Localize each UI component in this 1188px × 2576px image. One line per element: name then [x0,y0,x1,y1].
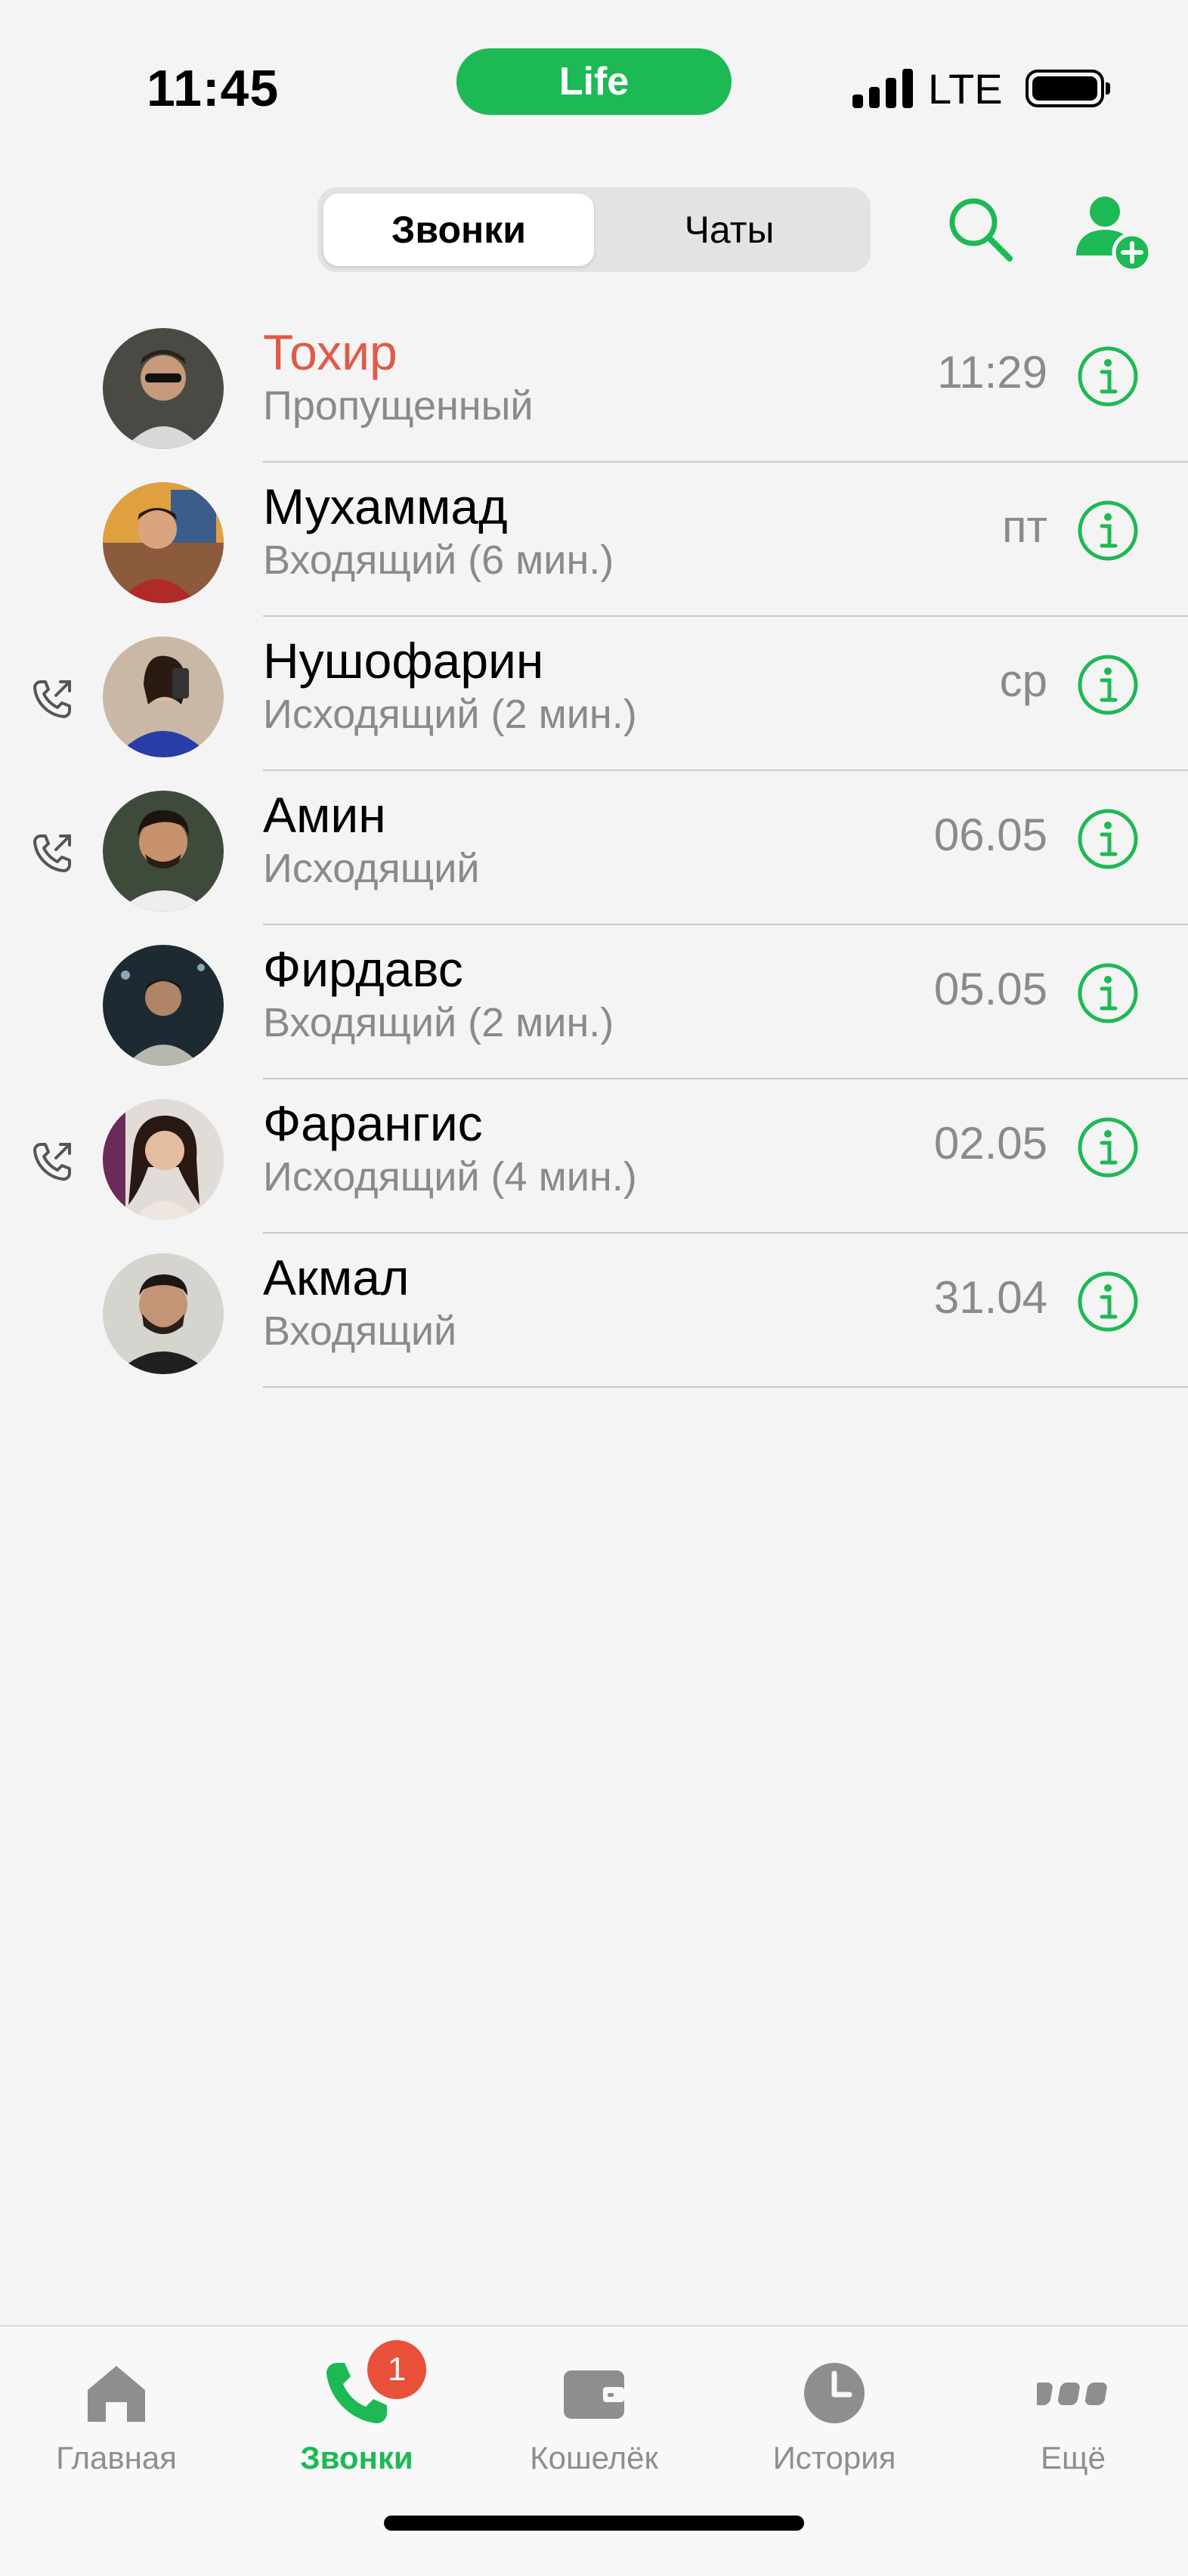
tab-home[interactable]: Главная [18,2357,215,2476]
network-label: LTE [928,64,1003,113]
tab-label: Кошелёк [530,2440,658,2475]
call-row[interactable]: Тохир Пропущенный 11:29 [0,308,1188,463]
status-time: 11:45 [147,60,280,117]
tab-calls-nav[interactable]: 1 Звонки [258,2340,455,2476]
tab-wallet[interactable]: Кошелёк [496,2357,692,2476]
call-time: 05.05 [933,964,1047,1014]
home-icon [88,2366,145,2422]
call-time: ср [999,655,1047,706]
avatar [103,1253,224,1374]
call-time: 11:29 [937,347,1047,398]
tab-label: История [772,2440,896,2475]
tab-chats[interactable]: Чаты [594,194,865,266]
info-icon[interactable] [1076,961,1140,1025]
avatar [103,945,224,1066]
missed-calls-badge: 1 [367,2340,426,2399]
contact-name: Мухаммад [263,478,508,534]
call-status: Входящий (6 мин.) [263,537,614,583]
more-icon [1037,2382,1107,2405]
call-status: Исходящий (4 мин.) [263,1154,637,1200]
phone-screen: 11:45 Life LTE Звонки Чаты Тохир Пропуще… [0,0,1188,2576]
info-icon[interactable] [1076,1116,1140,1179]
info-icon[interactable] [1076,653,1140,717]
call-row[interactable]: Амин Исходящий 06.05 [0,771,1188,925]
call-row[interactable]: Фирдавс Входящий (2 мин.) 05.05 [0,925,1188,1079]
calls-chats-segmented-control: Звонки Чаты [317,187,871,272]
outgoing-call-icon [33,834,71,872]
call-status: Исходящий [263,846,480,891]
add-contact-icon[interactable] [1073,194,1152,272]
call-time: 06.05 [933,810,1047,860]
bottom-tab-bar: Главная 1 Звонки Кошелёк История Ещё [0,2325,1188,2576]
call-time: пт [1002,501,1047,552]
call-status: Входящий [263,1308,457,1354]
tab-label: Ещё [1041,2440,1106,2475]
call-time: 02.05 [933,1118,1047,1169]
call-row[interactable]: Нушофарин Исходящий (2 мин.) ср [0,617,1188,771]
call-status: Исходящий (2 мин.) [263,692,637,737]
clock-icon [804,2363,865,2423]
wallet-icon [564,2370,624,2419]
outgoing-call-icon [33,680,71,718]
info-icon[interactable] [1076,1270,1140,1333]
contact-name: Нушофарин [263,633,544,689]
avatar [103,482,224,603]
search-icon[interactable] [945,194,1016,265]
call-row[interactable]: Акмал Входящий 31.04 [0,1234,1188,1388]
contact-name: Фирдавс [263,941,463,997]
tab-more[interactable]: Ещё [975,2357,1171,2476]
call-status: Пропущенный [263,383,534,429]
signal-icon [852,69,913,108]
contact-name: Амин [263,787,386,843]
tab-label: Звонки [300,2440,413,2475]
info-icon[interactable] [1076,807,1140,871]
outgoing-call-icon [33,1143,71,1181]
contact-name: Фарангис [263,1095,483,1151]
info-icon[interactable] [1076,345,1140,408]
call-status: Входящий (2 мин.) [263,1000,614,1045]
status-indicators: LTE [852,64,1110,113]
avatar [103,1099,224,1220]
home-indicator[interactable] [384,2516,804,2531]
contact-name: Акмал [263,1249,410,1305]
contact-name: Тохир [263,324,398,380]
avatar [103,636,224,757]
call-row[interactable]: Мухаммад Входящий (6 мин.) пт [0,463,1188,617]
avatar [103,791,224,912]
carrier-pill[interactable]: Life [456,48,732,115]
row-divider [263,1386,1188,1388]
call-time: 31.04 [933,1272,1047,1323]
info-icon[interactable] [1076,499,1140,562]
battery-icon [1025,70,1110,107]
recent-calls-list: Тохир Пропущенный 11:29 Мухаммад Входящи… [0,308,1188,1388]
avatar [103,328,224,449]
call-row[interactable]: Фарангис Исходящий (4 мин.) 02.05 [0,1079,1188,1234]
tab-label: Главная [56,2440,177,2475]
tab-history[interactable]: История [736,2357,933,2476]
tab-calls[interactable]: Звонки [323,194,594,266]
